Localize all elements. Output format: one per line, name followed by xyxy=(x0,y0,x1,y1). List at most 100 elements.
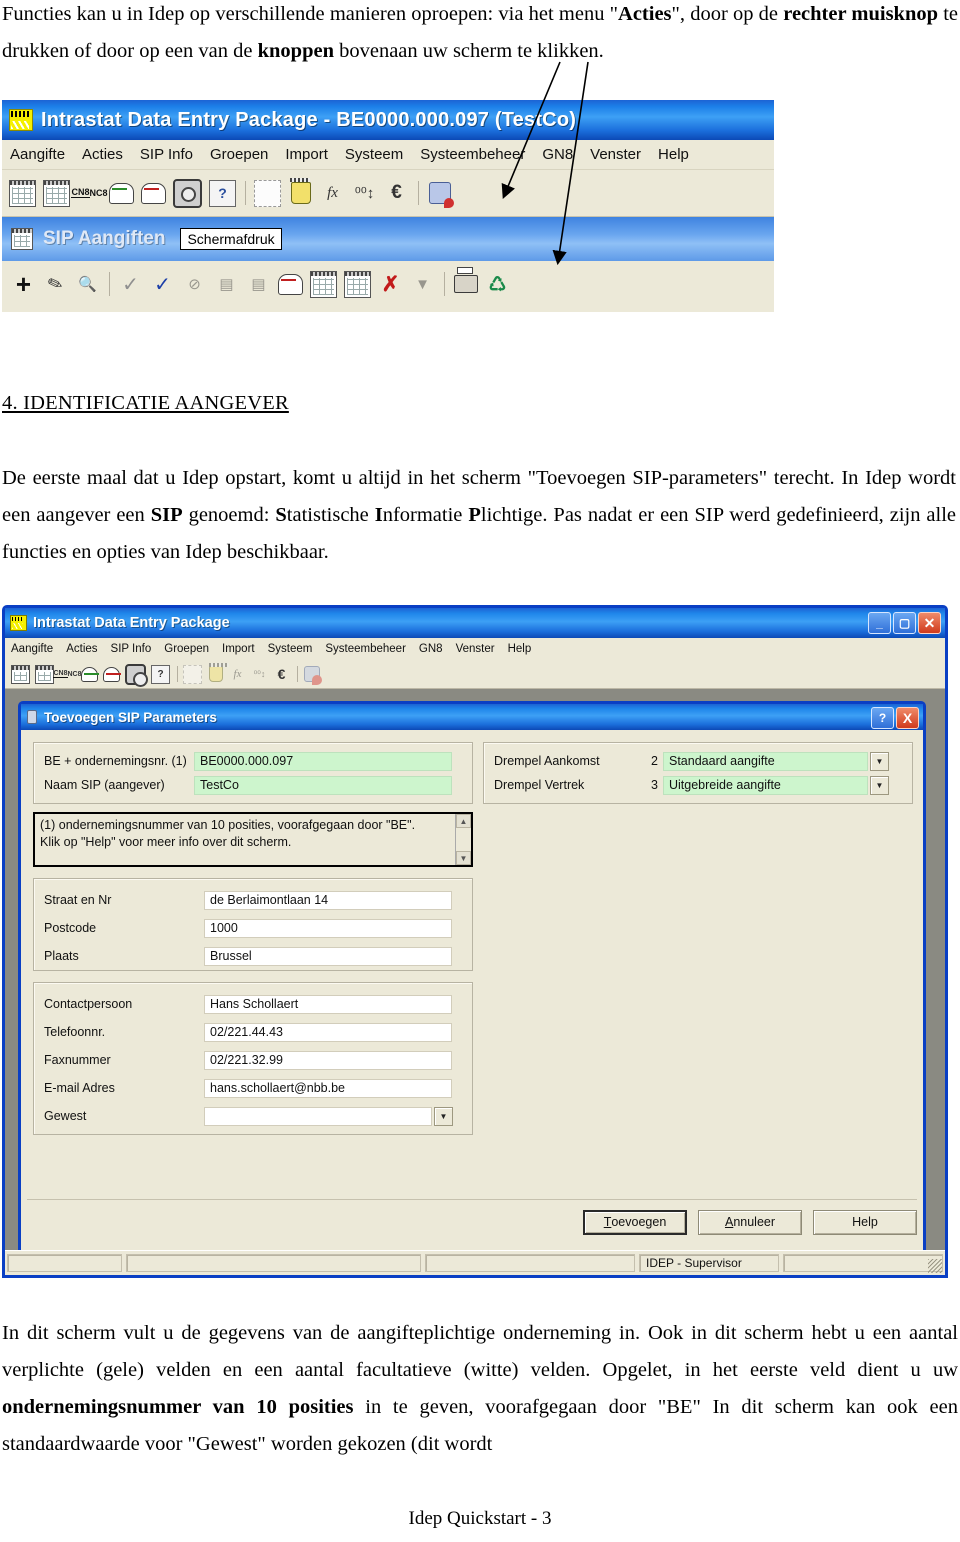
subwindow-toolbar[interactable]: + ✎ 🔍 ✓ ✓ ⊘ ▤ ▤ ✗ ▼ ♺ xyxy=(2,261,774,307)
scroll-down-icon[interactable]: ▼ xyxy=(456,851,471,865)
input-faxnummer[interactable]: 02/221.32.99 xyxy=(204,1050,452,1070)
menu2-item-acties[interactable]: Acties xyxy=(66,643,97,655)
question-balloon-icon[interactable]: ? xyxy=(209,179,236,207)
fx-icon[interactable]: fx xyxy=(229,666,246,683)
select-drempel-aankomst[interactable]: Standaard aangifte xyxy=(663,751,868,771)
decimal-icon[interactable]: ⁰⁰↕ xyxy=(251,666,268,683)
menu-item-venster[interactable]: Venster xyxy=(590,146,641,163)
grid-icon[interactable] xyxy=(9,179,36,207)
plus-icon[interactable]: + xyxy=(11,271,36,297)
menu2-item-help[interactable]: Help xyxy=(508,643,532,655)
chevron-down-icon-gewest[interactable]: ▼ xyxy=(434,1106,453,1126)
menu-item-gn8[interactable]: GN8 xyxy=(542,146,573,163)
euro-icon[interactable]: € xyxy=(273,666,290,683)
pencil-icon[interactable]: ✎ xyxy=(39,268,71,300)
input-be-ondernemingsnr[interactable]: BE0000.000.097 xyxy=(194,751,452,771)
input-straat-en-nr[interactable]: de Berlaimontlaan 14 xyxy=(204,890,452,910)
toolbar2-separator xyxy=(177,666,178,682)
grid-search-icon[interactable] xyxy=(310,270,337,298)
envelope-green-icon[interactable] xyxy=(81,666,98,683)
grid-icon[interactable] xyxy=(11,664,30,684)
magnifier-doc-icon[interactable]: 🔍 xyxy=(75,272,100,297)
binoculars-grid-icon[interactable] xyxy=(35,664,54,684)
blank-page-icon[interactable] xyxy=(183,664,202,684)
envelope-red-icon[interactable] xyxy=(141,181,166,206)
menu-item-groepen[interactable]: Groepen xyxy=(210,146,268,163)
menu-item-systeembeheer[interactable]: Systeembeheer xyxy=(420,146,525,163)
bin-icon[interactable] xyxy=(207,666,224,683)
main-menu-bar[interactable]: Aangifte Acties SIP Info Groepen Import … xyxy=(5,638,945,660)
menu-item-help[interactable]: Help xyxy=(658,146,689,163)
chevron-down-icon[interactable]: ▼ xyxy=(870,751,889,771)
cancel-icon[interactable]: ⊘ xyxy=(182,272,207,297)
close-button[interactable]: ✕ xyxy=(918,612,941,634)
resize-grip-icon[interactable] xyxy=(928,1259,942,1273)
lock-doc-icon[interactable]: ▤ xyxy=(246,272,271,297)
maximize-button[interactable]: ▢ xyxy=(893,612,916,634)
fx-icon[interactable]: fx xyxy=(320,181,345,206)
screenprint-icon[interactable] xyxy=(303,666,320,683)
blank-page-icon[interactable] xyxy=(254,179,281,207)
app-toolbar[interactable]: CN8 NC8 ? fx ⁰⁰↕ € xyxy=(2,170,774,217)
euro-icon[interactable]: € xyxy=(384,181,409,206)
check-icon[interactable]: ✓ xyxy=(118,272,143,297)
check-plus-icon[interactable]: ✓ xyxy=(150,272,175,297)
app-title: Intrastat Data Entry Package - BE0000.00… xyxy=(41,108,577,131)
app-menu-bar[interactable]: Aangifte Acties SIP Info Groepen Import … xyxy=(2,140,774,170)
binoculars-grid-icon[interactable] xyxy=(43,179,70,207)
cn8-nc8-icon[interactable]: CN8 NC8 xyxy=(71,181,108,206)
camera-icon[interactable] xyxy=(173,178,202,208)
window-buttons[interactable]: _ ▢ ✕ xyxy=(868,612,941,634)
camera-icon[interactable] xyxy=(125,663,148,687)
input-postcode[interactable]: 1000 xyxy=(204,918,452,938)
minimize-button[interactable]: _ xyxy=(868,612,891,634)
envelope-green-icon[interactable] xyxy=(109,181,134,206)
menu2-item-venster[interactable]: Venster xyxy=(456,643,495,655)
scroll-up-icon[interactable]: ▲ xyxy=(456,814,471,828)
dialog-close-button[interactable]: X xyxy=(896,707,919,729)
printer-icon[interactable] xyxy=(453,272,478,297)
envelope-red-icon-2[interactable] xyxy=(278,272,303,297)
input-contactpersoon[interactable]: Hans Schollaert xyxy=(204,994,452,1014)
input-naam-sip[interactable]: TestCo xyxy=(194,775,452,795)
menu2-item-aangifte[interactable]: Aangifte xyxy=(11,643,53,655)
cn8-nc8-icon[interactable]: CN8 NC8 xyxy=(53,666,82,683)
toevoegen-button[interactable]: Toevoegen xyxy=(583,1209,687,1235)
delete-x-icon[interactable]: ✗ xyxy=(378,272,403,297)
chevron-down-icon-2[interactable]: ▼ xyxy=(870,775,889,795)
menu-item-acties[interactable]: Acties xyxy=(82,146,123,163)
unlock-icon[interactable]: ▤ xyxy=(214,272,239,297)
recycle-icon[interactable]: ♺ xyxy=(485,272,510,297)
menu2-item-gn8[interactable]: GN8 xyxy=(419,643,443,655)
annuleer-button[interactable]: Annuleer xyxy=(698,1209,802,1235)
memo-scrollbar[interactable]: ▲ ▼ xyxy=(455,814,471,865)
field-row-gewest: Gewest ▼ xyxy=(44,1102,462,1130)
input-telefoonnr[interactable]: 02/221.44.43 xyxy=(204,1022,452,1042)
envelope-red-icon[interactable] xyxy=(103,666,120,683)
dialog-buttons[interactable]: ? X xyxy=(871,707,919,729)
menu2-item-systeem[interactable]: Systeem xyxy=(268,643,313,655)
menu-item-systeem[interactable]: Systeem xyxy=(345,146,403,163)
select-drempel-vertrek[interactable]: Uitgebreide aangifte xyxy=(663,775,868,795)
status-bar: IDEP - Supervisor xyxy=(5,1250,945,1275)
main-toolbar[interactable]: CN8 NC8 ? fx ⁰⁰↕ € xyxy=(5,660,945,689)
help-button[interactable]: ? xyxy=(871,707,894,729)
decimal-icon[interactable]: ⁰⁰↕ xyxy=(352,181,377,206)
download-icon[interactable]: ▼ xyxy=(410,272,435,297)
menu2-item-sip-info[interactable]: SIP Info xyxy=(111,643,152,655)
grid-edit-icon[interactable] xyxy=(344,270,371,298)
bin-icon[interactable] xyxy=(288,181,313,206)
subwindow-title-bar: SIP Aangiften Schermafdruk xyxy=(2,217,774,261)
menu2-item-import[interactable]: Import xyxy=(222,643,255,655)
menu-item-aangifte[interactable]: Aangifte xyxy=(10,146,65,163)
menu-item-import[interactable]: Import xyxy=(285,146,328,163)
menu-item-sip-info[interactable]: SIP Info xyxy=(140,146,193,163)
input-email-adres[interactable]: hans.schollaert@nbb.be xyxy=(204,1078,452,1098)
screenprint-icon[interactable] xyxy=(427,181,452,206)
menu2-item-systeembeheer[interactable]: Systeembeheer xyxy=(325,643,406,655)
menu2-item-groepen[interactable]: Groepen xyxy=(164,643,209,655)
question-balloon-icon[interactable]: ? xyxy=(151,664,170,684)
help-dialog-button[interactable]: Help xyxy=(813,1209,917,1235)
input-plaats[interactable]: Brussel xyxy=(204,946,452,966)
select-gewest[interactable] xyxy=(204,1106,432,1126)
